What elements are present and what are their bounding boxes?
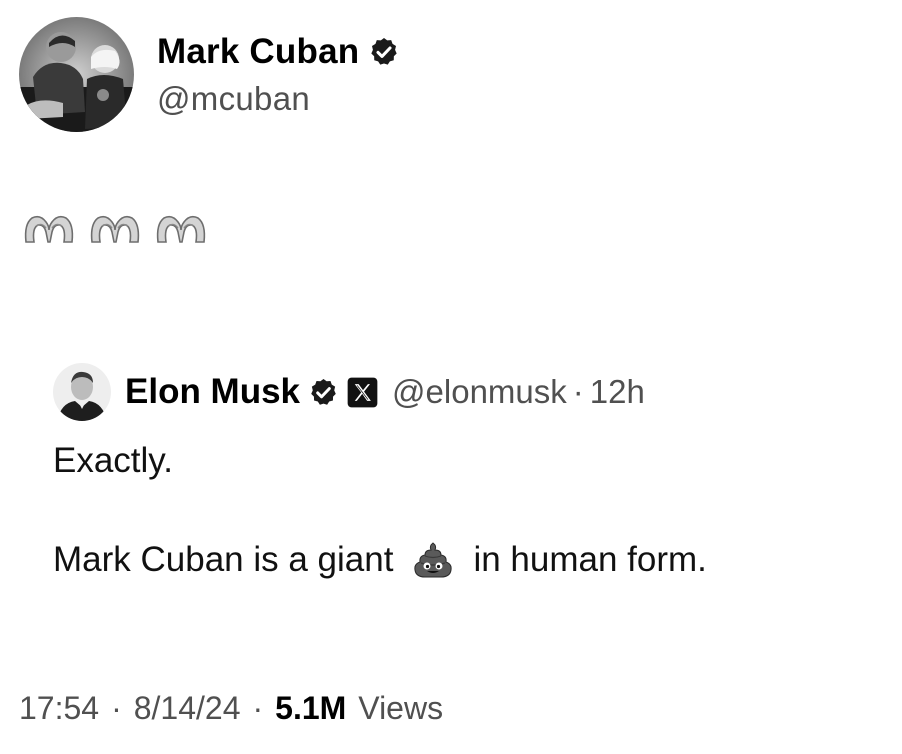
quoted-text-line-2: Mark Cuban is a giant in human form. bbox=[53, 540, 707, 580]
tweet-card: Mark Cuban @mcuban Elon Musk @elonmusk ·… bbox=[0, 0, 902, 754]
heart-hands-icon bbox=[22, 212, 76, 246]
quoted-author-name[interactable]: Elon Musk bbox=[125, 372, 300, 412]
post-date[interactable]: 8/14/24 bbox=[134, 690, 241, 727]
heart-hands-icon bbox=[154, 212, 208, 246]
views-label[interactable]: Views bbox=[358, 690, 443, 727]
pile-of-poo-icon bbox=[413, 540, 453, 580]
quoted-timestamp[interactable]: 12h bbox=[590, 373, 645, 411]
quoted-text-before-emoji: Mark Cuban is a giant bbox=[53, 540, 394, 579]
author-handle[interactable]: @mcuban bbox=[157, 80, 310, 118]
post-time[interactable]: 17:54 bbox=[19, 690, 99, 727]
separator-dot: · bbox=[572, 373, 584, 410]
separator-dot: · bbox=[252, 690, 264, 726]
author-name-row[interactable]: Mark Cuban bbox=[157, 30, 400, 74]
author-name[interactable]: Mark Cuban bbox=[157, 32, 359, 72]
author-avatar[interactable] bbox=[19, 17, 134, 132]
quoted-text-after-emoji: in human form. bbox=[473, 540, 707, 579]
quoted-tweet-header[interactable]: Elon Musk @elonmusk · 12h bbox=[125, 370, 645, 414]
verified-badge-icon bbox=[308, 377, 339, 408]
quoted-text-line-1: Exactly. bbox=[53, 441, 173, 480]
verified-badge-icon bbox=[368, 36, 400, 68]
tweet-metadata: 17:54 · 8/14/24 · 5.1M Views bbox=[19, 690, 443, 727]
heart-hands-icon bbox=[88, 212, 142, 246]
quoted-author-handle[interactable]: @elonmusk bbox=[392, 373, 567, 411]
separator-dot: · bbox=[111, 690, 122, 726]
x-logo-icon bbox=[347, 377, 378, 408]
views-count[interactable]: 5.1M bbox=[275, 690, 346, 727]
quoted-author-avatar[interactable] bbox=[53, 363, 111, 421]
post-text bbox=[22, 212, 208, 246]
